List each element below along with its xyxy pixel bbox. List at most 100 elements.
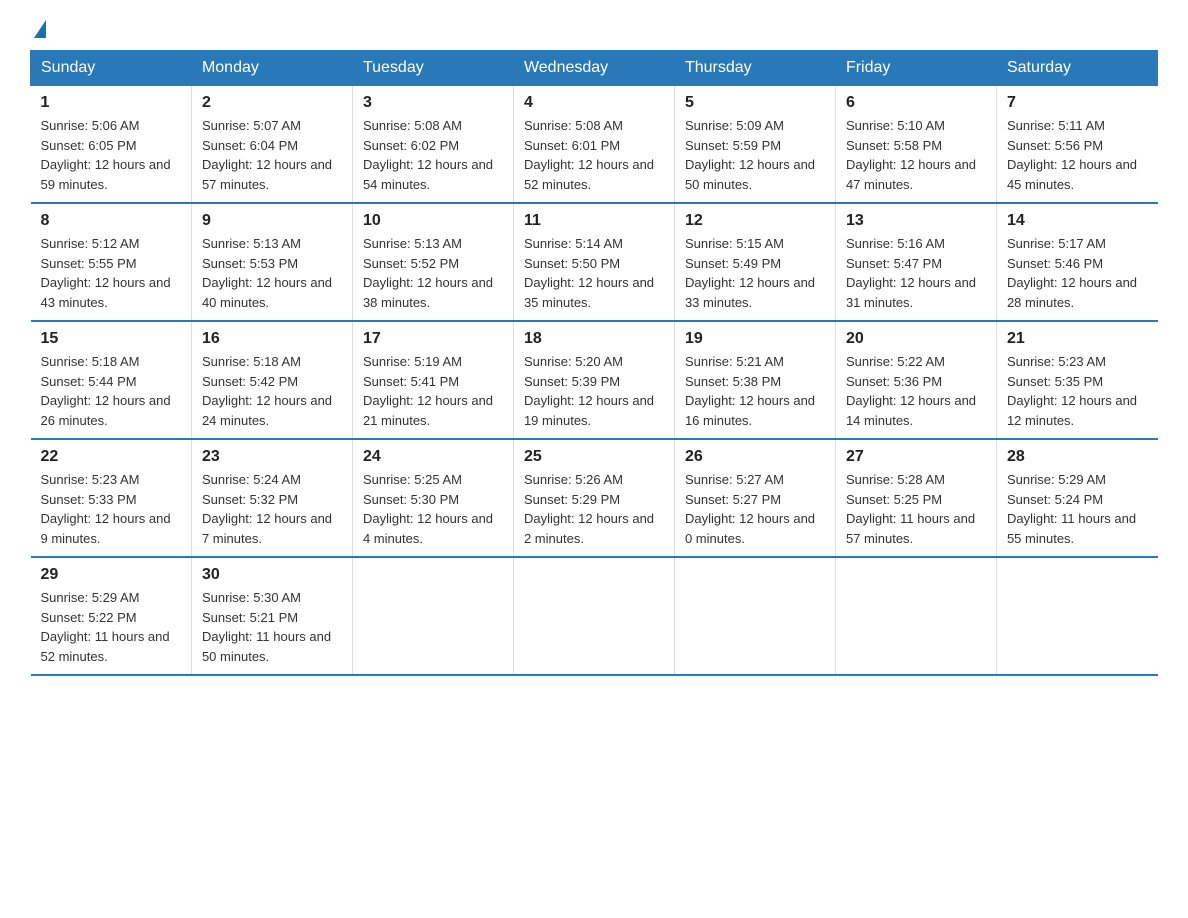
day-info: Sunrise: 5:22 AMSunset: 5:36 PMDaylight:… [846, 354, 976, 428]
day-info: Sunrise: 5:08 AMSunset: 6:02 PMDaylight:… [363, 118, 493, 192]
day-number: 12 [685, 212, 825, 230]
day-number: 2 [202, 94, 342, 112]
day-number: 27 [846, 448, 986, 466]
day-number: 30 [202, 566, 342, 584]
header-thursday: Thursday [674, 51, 835, 86]
calendar-cell: 22 Sunrise: 5:23 AMSunset: 5:33 PMDayligh… [31, 439, 192, 557]
day-number: 23 [202, 448, 342, 466]
day-number: 21 [1007, 330, 1148, 348]
day-info: Sunrise: 5:18 AMSunset: 5:44 PMDaylight:… [41, 354, 171, 428]
calendar-week-row: 15 Sunrise: 5:18 AMSunset: 5:44 PMDayligh… [31, 321, 1158, 439]
calendar-cell: 2 Sunrise: 5:07 AMSunset: 6:04 PMDaylight… [191, 86, 352, 204]
header-tuesday: Tuesday [352, 51, 513, 86]
calendar-cell: 3 Sunrise: 5:08 AMSunset: 6:02 PMDaylight… [352, 86, 513, 204]
logo [30, 20, 46, 40]
day-number: 17 [363, 330, 503, 348]
day-info: Sunrise: 5:12 AMSunset: 5:55 PMDaylight:… [41, 236, 171, 310]
calendar-cell: 25 Sunrise: 5:26 AMSunset: 5:29 PMDayligh… [513, 439, 674, 557]
logo-blue-text [30, 20, 46, 40]
calendar-week-row: 8 Sunrise: 5:12 AMSunset: 5:55 PMDaylight… [31, 203, 1158, 321]
day-number: 11 [524, 212, 664, 230]
calendar-cell: 12Sunrise: 5:15 AMSunset: 5:49 PMDayligh… [674, 203, 835, 321]
day-number: 13 [846, 212, 986, 230]
calendar-cell: 23Sunrise: 5:24 AMSunset: 5:32 PMDayligh… [191, 439, 352, 557]
day-number: 1 [41, 94, 181, 112]
calendar-cell: 9 Sunrise: 5:13 AMSunset: 5:53 PMDaylight… [191, 203, 352, 321]
day-number: 22 [41, 448, 181, 466]
page-header [30, 20, 1158, 40]
header-friday: Friday [835, 51, 996, 86]
calendar-week-row: 22 Sunrise: 5:23 AMSunset: 5:33 PMDayligh… [31, 439, 1158, 557]
day-info: Sunrise: 5:11 AMSunset: 5:56 PMDaylight:… [1007, 118, 1137, 192]
header-sunday: Sunday [31, 51, 192, 86]
day-number: 7 [1007, 94, 1148, 112]
calendar-cell: 19 Sunrise: 5:21 AMSunset: 5:38 PMDayligh… [674, 321, 835, 439]
day-number: 24 [363, 448, 503, 466]
day-info: Sunrise: 5:16 AMSunset: 5:47 PMDaylight:… [846, 236, 976, 310]
day-number: 4 [524, 94, 664, 112]
day-info: Sunrise: 5:06 AMSunset: 6:05 PMDaylight:… [41, 118, 171, 192]
day-info: Sunrise: 5:17 AMSunset: 5:46 PMDaylight:… [1007, 236, 1137, 310]
day-info: Sunrise: 5:13 AMSunset: 5:53 PMDaylight:… [202, 236, 332, 310]
calendar-cell: 24 Sunrise: 5:25 AMSunset: 5:30 PMDayligh… [352, 439, 513, 557]
day-number: 19 [685, 330, 825, 348]
day-number: 6 [846, 94, 986, 112]
calendar-week-row: 1 Sunrise: 5:06 AMSunset: 6:05 PMDaylight… [31, 86, 1158, 204]
day-number: 26 [685, 448, 825, 466]
calendar-cell [996, 557, 1157, 675]
header-monday: Monday [191, 51, 352, 86]
day-number: 8 [41, 212, 181, 230]
day-number: 16 [202, 330, 342, 348]
calendar-cell: 15 Sunrise: 5:18 AMSunset: 5:44 PMDayligh… [31, 321, 192, 439]
day-info: Sunrise: 5:29 AMSunset: 5:24 PMDaylight:… [1007, 472, 1136, 546]
calendar-cell: 21Sunrise: 5:23 AMSunset: 5:35 PMDayligh… [996, 321, 1157, 439]
day-number: 15 [41, 330, 181, 348]
day-number: 3 [363, 94, 503, 112]
day-number: 18 [524, 330, 664, 348]
day-info: Sunrise: 5:28 AMSunset: 5:25 PMDaylight:… [846, 472, 975, 546]
day-number: 5 [685, 94, 825, 112]
calendar-cell [674, 557, 835, 675]
calendar-cell: 5 Sunrise: 5:09 AMSunset: 5:59 PMDaylight… [674, 86, 835, 204]
day-info: Sunrise: 5:07 AMSunset: 6:04 PMDaylight:… [202, 118, 332, 192]
day-info: Sunrise: 5:25 AMSunset: 5:30 PMDaylight:… [363, 472, 493, 546]
calendar-cell: 10 Sunrise: 5:13 AMSunset: 5:52 PMDayligh… [352, 203, 513, 321]
day-info: Sunrise: 5:10 AMSunset: 5:58 PMDaylight:… [846, 118, 976, 192]
header-wednesday: Wednesday [513, 51, 674, 86]
day-info: Sunrise: 5:18 AMSunset: 5:42 PMDaylight:… [202, 354, 332, 428]
day-number: 25 [524, 448, 664, 466]
calendar-cell: 6 Sunrise: 5:10 AMSunset: 5:58 PMDaylight… [835, 86, 996, 204]
calendar-cell: 17 Sunrise: 5:19 AMSunset: 5:41 PMDayligh… [352, 321, 513, 439]
day-number: 28 [1007, 448, 1148, 466]
calendar-cell: 4 Sunrise: 5:08 AMSunset: 6:01 PMDaylight… [513, 86, 674, 204]
day-info: Sunrise: 5:20 AMSunset: 5:39 PMDaylight:… [524, 354, 654, 428]
day-info: Sunrise: 5:30 AMSunset: 5:21 PMDaylight:… [202, 590, 331, 664]
calendar-cell: 13 Sunrise: 5:16 AMSunset: 5:47 PMDayligh… [835, 203, 996, 321]
calendar-cell: 26Sunrise: 5:27 AMSunset: 5:27 PMDayligh… [674, 439, 835, 557]
calendar-cell: 30 Sunrise: 5:30 AMSunset: 5:21 PMDayligh… [191, 557, 352, 675]
day-info: Sunrise: 5:26 AMSunset: 5:29 PMDaylight:… [524, 472, 654, 546]
calendar-cell: 1 Sunrise: 5:06 AMSunset: 6:05 PMDaylight… [31, 86, 192, 204]
calendar-cell: 7 Sunrise: 5:11 AMSunset: 5:56 PMDaylight… [996, 86, 1157, 204]
day-info: Sunrise: 5:21 AMSunset: 5:38 PMDaylight:… [685, 354, 815, 428]
day-info: Sunrise: 5:14 AMSunset: 5:50 PMDaylight:… [524, 236, 654, 310]
calendar-cell: 27 Sunrise: 5:28 AMSunset: 5:25 PMDayligh… [835, 439, 996, 557]
day-number: 20 [846, 330, 986, 348]
calendar-cell: 28 Sunrise: 5:29 AMSunset: 5:24 PMDayligh… [996, 439, 1157, 557]
day-info: Sunrise: 5:19 AMSunset: 5:41 PMDaylight:… [363, 354, 493, 428]
day-info: Sunrise: 5:29 AMSunset: 5:22 PMDaylight:… [41, 590, 170, 664]
calendar-cell: 16 Sunrise: 5:18 AMSunset: 5:42 PMDayligh… [191, 321, 352, 439]
day-number: 29 [41, 566, 181, 584]
calendar-table: SundayMondayTuesdayWednesdayThursdayFrid… [30, 50, 1158, 676]
calendar-cell [352, 557, 513, 675]
calendar-header-row: SundayMondayTuesdayWednesdayThursdayFrid… [31, 51, 1158, 86]
day-info: Sunrise: 5:09 AMSunset: 5:59 PMDaylight:… [685, 118, 815, 192]
calendar-cell [513, 557, 674, 675]
day-info: Sunrise: 5:23 AMSunset: 5:33 PMDaylight:… [41, 472, 171, 546]
calendar-cell: 18 Sunrise: 5:20 AMSunset: 5:39 PMDayligh… [513, 321, 674, 439]
day-number: 14 [1007, 212, 1148, 230]
day-number: 10 [363, 212, 503, 230]
day-number: 9 [202, 212, 342, 230]
day-info: Sunrise: 5:08 AMSunset: 6:01 PMDaylight:… [524, 118, 654, 192]
day-info: Sunrise: 5:13 AMSunset: 5:52 PMDaylight:… [363, 236, 493, 310]
